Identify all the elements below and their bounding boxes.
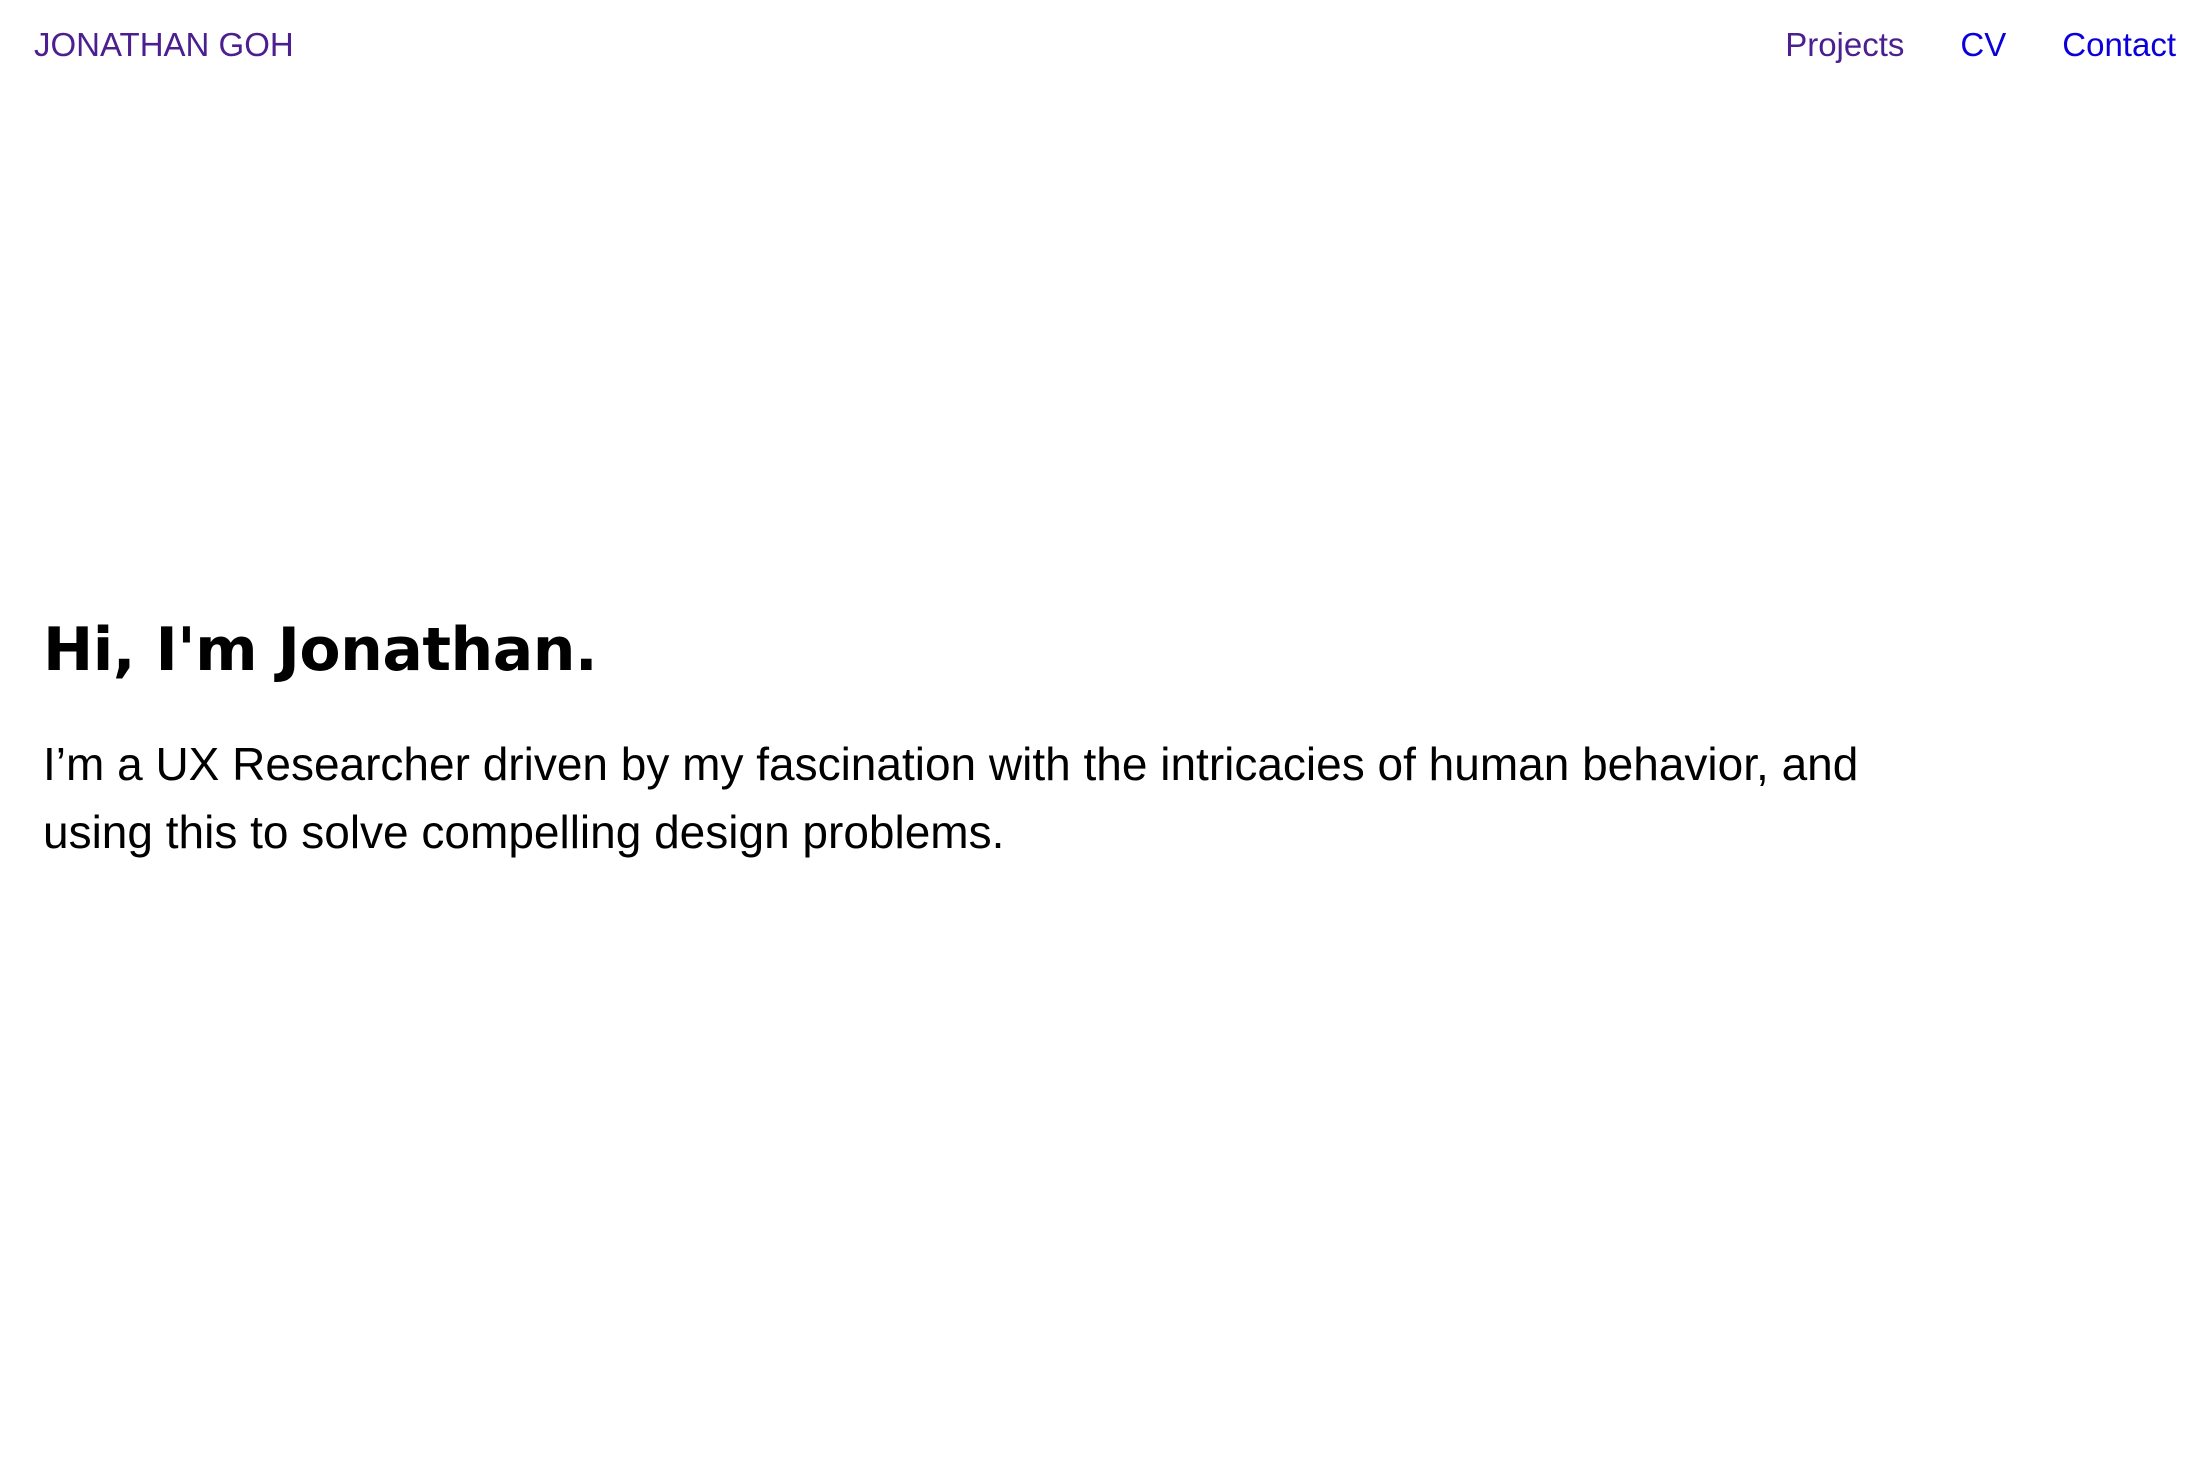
hero-title: Hi, I'm Jonathan. bbox=[43, 615, 598, 685]
page: JONATHAN GOH Projects CV Contact Hi, I'm… bbox=[0, 0, 2210, 1458]
nav-cv-link[interactable]: CV bbox=[1960, 24, 2006, 66]
nav-projects-link[interactable]: Projects bbox=[1785, 24, 1904, 66]
site-brand-link[interactable]: JONATHAN GOH bbox=[34, 24, 294, 66]
hero-section: Hi, I'm Jonathan. I’m a UX Researcher dr… bbox=[43, 610, 1943, 866]
main-nav: Projects CV Contact bbox=[1785, 24, 2176, 66]
hero-intro: I’m a UX Researcher driven by my fascina… bbox=[43, 738, 1859, 858]
site-header: JONATHAN GOH Projects CV Contact bbox=[0, 0, 2210, 90]
nav-contact-link[interactable]: Contact bbox=[2062, 24, 2176, 66]
